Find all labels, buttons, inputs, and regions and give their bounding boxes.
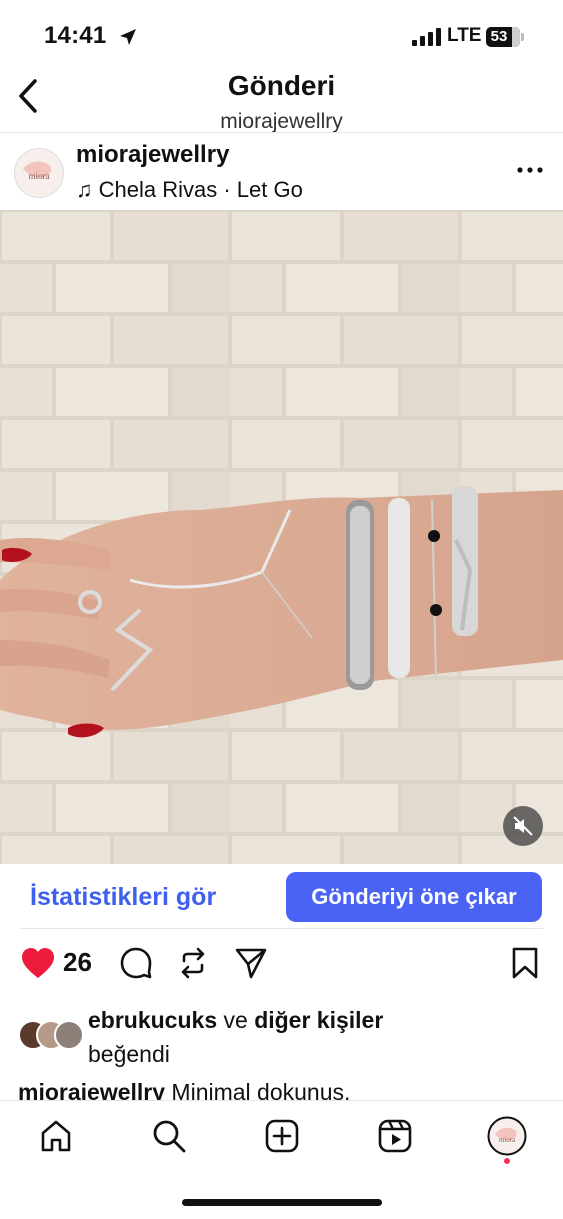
jewellery-photo	[0, 210, 563, 864]
post-caption[interactable]: miorajewellry Minimal dokunuş.	[18, 1075, 558, 1101]
status-time: 14:41	[44, 22, 107, 49]
boost-post-button[interactable]: Gönderiyi öne çıkar	[286, 872, 542, 922]
like-count[interactable]: 26	[63, 947, 92, 978]
caption-username[interactable]: miorajewellry	[18, 1079, 165, 1101]
location-arrow-icon	[120, 29, 136, 45]
home-indicator[interactable]	[182, 1199, 382, 1206]
notification-dot	[504, 1158, 510, 1164]
music-note-icon: ♫	[76, 177, 93, 202]
create-icon	[265, 1119, 299, 1153]
header-divider	[0, 132, 563, 133]
liker-username[interactable]: ebrukucuks	[88, 1007, 217, 1033]
likes-suffix: beğendi	[88, 1041, 170, 1067]
profile-icon: miora	[487, 1116, 527, 1156]
post-username[interactable]: miorajewellry	[76, 141, 229, 169]
reels-icon	[378, 1119, 412, 1153]
repost-icon[interactable]	[176, 946, 210, 980]
bookmark-icon[interactable]	[510, 946, 540, 980]
likes-connector: ve	[217, 1007, 255, 1033]
nav-search[interactable]	[149, 1116, 189, 1156]
music-line[interactable]: ♫ Chela Rivas · Let Go	[76, 177, 303, 203]
likes-summary[interactable]: ebrukucuks ve diğer kişiler beğendi	[88, 1003, 528, 1071]
post-avatar[interactable]: miora	[14, 148, 64, 198]
svg-text:miora: miora	[29, 171, 50, 181]
signal-icon	[412, 28, 441, 46]
caption-text: Minimal dokunuş.	[165, 1079, 351, 1101]
nav-home[interactable]	[36, 1116, 76, 1156]
nav-profile[interactable]: miora	[487, 1116, 527, 1156]
network-label: LTE	[447, 25, 482, 46]
nav-divider	[0, 1100, 563, 1101]
battery-icon: 53	[486, 27, 524, 47]
mute-icon	[513, 816, 533, 836]
svg-text:miora: miora	[499, 1136, 516, 1144]
nav-reels[interactable]	[375, 1116, 415, 1156]
liker-avatars[interactable]	[18, 1020, 84, 1050]
heart-icon[interactable]	[20, 946, 56, 980]
post-media[interactable]	[0, 210, 563, 864]
avatar-logo: miora	[15, 149, 63, 197]
send-icon[interactable]	[234, 946, 268, 980]
likes-others[interactable]: diğer kişiler	[254, 1007, 383, 1033]
music-title[interactable]: Chela Rivas · Let Go	[99, 177, 303, 202]
page-subtitle[interactable]: miorajewellry	[0, 110, 563, 134]
more-icon[interactable]	[508, 160, 548, 180]
home-icon	[41, 1120, 71, 1152]
liker-avatar	[54, 1020, 84, 1050]
page-title: Gönderi	[227, 70, 336, 101]
comment-icon[interactable]	[119, 946, 153, 980]
battery-level: 53	[490, 28, 508, 45]
nav-create[interactable]	[262, 1116, 302, 1156]
view-insights-button[interactable]: İstatistikleri gör	[30, 872, 216, 922]
search-icon	[153, 1120, 186, 1153]
actions-divider	[20, 928, 543, 929]
mute-button[interactable]	[503, 806, 543, 846]
